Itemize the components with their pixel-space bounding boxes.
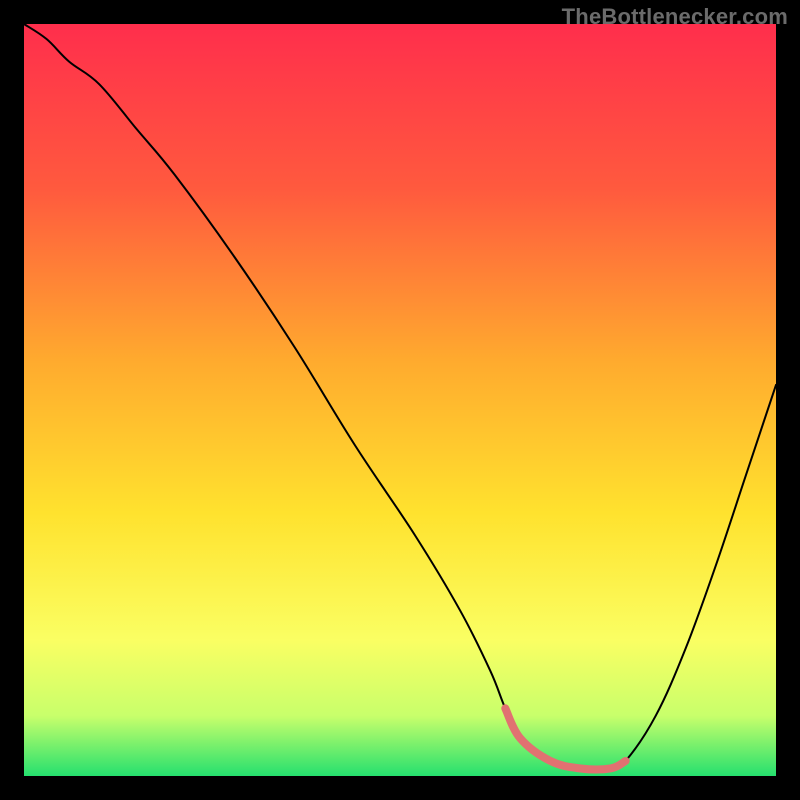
watermark-text: TheBottlenecker.com xyxy=(562,4,788,30)
gradient-background xyxy=(24,24,776,776)
chart-frame: TheBottlenecker.com xyxy=(0,0,800,800)
curve-chart xyxy=(0,0,800,800)
